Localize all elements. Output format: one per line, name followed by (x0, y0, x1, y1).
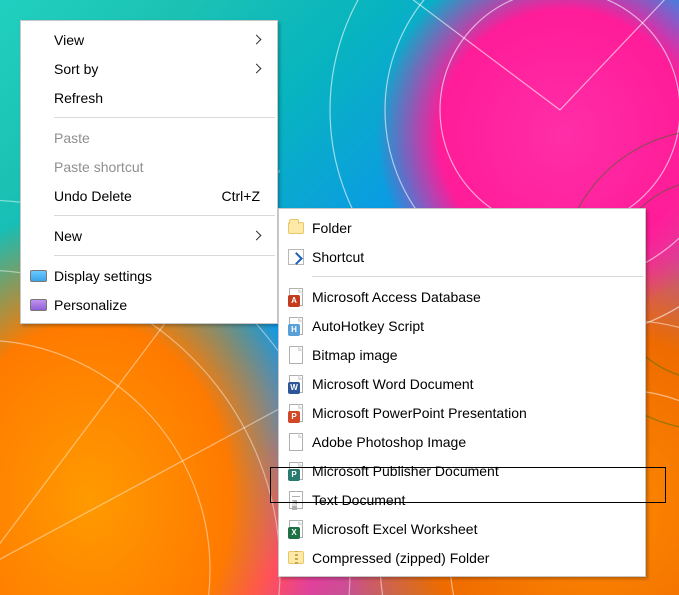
monitor-icon (28, 295, 48, 315)
submenu-item-photoshop[interactable]: Adobe Photoshop Image (280, 427, 644, 456)
photoshop-file-icon (286, 432, 306, 452)
menu-label: Folder (312, 220, 634, 236)
menu-label: Microsoft Access Database (312, 289, 634, 305)
menu-label: AutoHotkey Script (312, 318, 634, 334)
menu-label: Text Document (312, 492, 634, 508)
chevron-right-icon (252, 35, 262, 45)
menu-label: Microsoft Word Document (312, 376, 634, 392)
menu-separator (54, 215, 275, 216)
word-file-icon: W (286, 374, 306, 394)
menu-label: Personalize (54, 297, 266, 313)
menu-label: Display settings (54, 268, 266, 284)
submenu-item-access[interactable]: A Microsoft Access Database (280, 282, 644, 311)
chevron-right-icon (252, 231, 262, 241)
submenu-item-excel[interactable]: X Microsoft Excel Worksheet (280, 514, 644, 543)
menu-label: Sort by (54, 61, 253, 77)
menu-separator (54, 117, 275, 118)
menu-label: Paste shortcut (54, 159, 266, 175)
menu-label: Shortcut (312, 249, 634, 265)
submenu-item-shortcut[interactable]: Shortcut (280, 242, 644, 271)
submenu-item-autohotkey[interactable]: H AutoHotkey Script (280, 311, 644, 340)
menu-label: Microsoft Publisher Document (312, 463, 634, 479)
menu-label: Refresh (54, 90, 266, 106)
folder-icon (286, 218, 306, 238)
submenu-item-powerpoint[interactable]: P Microsoft PowerPoint Presentation (280, 398, 644, 427)
menu-separator (54, 255, 275, 256)
shortcut-icon (286, 247, 306, 267)
menu-label: Undo Delete (54, 188, 222, 204)
bitmap-file-icon (286, 345, 306, 365)
submenu-item-bitmap[interactable]: Bitmap image (280, 340, 644, 369)
submenu-item-zip[interactable]: Compressed (zipped) Folder (280, 543, 644, 572)
menu-label: Paste (54, 130, 266, 146)
menu-item-sort-by[interactable]: Sort by (22, 54, 276, 83)
menu-label: Adobe Photoshop Image (312, 434, 634, 450)
menu-item-new[interactable]: New (22, 221, 276, 250)
excel-file-icon: X (286, 519, 306, 539)
submenu-item-word[interactable]: W Microsoft Word Document (280, 369, 644, 398)
chevron-right-icon (252, 64, 262, 74)
menu-label: Microsoft Excel Worksheet (312, 521, 634, 537)
powerpoint-file-icon: P (286, 403, 306, 423)
menu-label: View (54, 32, 253, 48)
menu-label: New (54, 228, 253, 244)
new-submenu: Folder Shortcut A Microsoft Access Datab… (278, 208, 646, 577)
ahk-file-icon: H (286, 316, 306, 336)
menu-item-undo-delete[interactable]: Undo Delete Ctrl+Z (22, 181, 276, 210)
menu-label: Bitmap image (312, 347, 634, 363)
menu-item-display-settings[interactable]: Display settings (22, 261, 276, 290)
menu-item-paste: Paste (22, 123, 276, 152)
publisher-file-icon: P (286, 461, 306, 481)
text-file-icon (286, 490, 306, 510)
menu-item-personalize[interactable]: Personalize (22, 290, 276, 319)
menu-separator (312, 276, 643, 277)
menu-item-paste-shortcut: Paste shortcut (22, 152, 276, 181)
zip-file-icon (286, 548, 306, 568)
monitor-icon (28, 266, 48, 286)
desktop-context-menu: View Sort by Refresh Paste Paste shortcu… (20, 20, 278, 324)
menu-label: Microsoft PowerPoint Presentation (312, 405, 634, 421)
menu-label: Compressed (zipped) Folder (312, 550, 634, 566)
submenu-item-folder[interactable]: Folder (280, 213, 644, 242)
menu-shortcut: Ctrl+Z (222, 188, 267, 204)
submenu-item-text-document[interactable]: Text Document (280, 485, 644, 514)
menu-item-view[interactable]: View (22, 25, 276, 54)
menu-item-refresh[interactable]: Refresh (22, 83, 276, 112)
access-file-icon: A (286, 287, 306, 307)
submenu-item-publisher[interactable]: P Microsoft Publisher Document (280, 456, 644, 485)
